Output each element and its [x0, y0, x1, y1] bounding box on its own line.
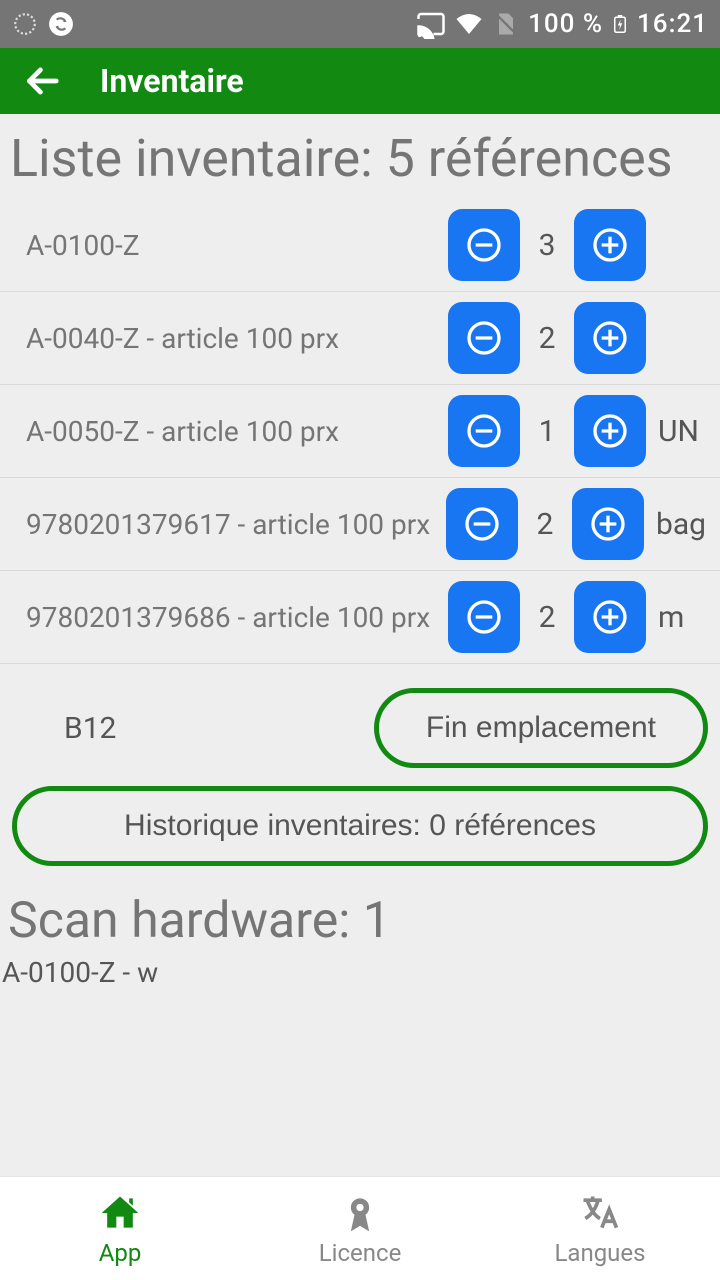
nav-licence[interactable]: Licence: [240, 1177, 480, 1280]
item-label: A-0050-Z - article 100 prx: [26, 415, 448, 448]
quantity-value: 2: [528, 507, 562, 542]
nav-label: Langues: [554, 1239, 645, 1267]
minus-circle-icon: [464, 225, 504, 265]
quantity-value: 1: [530, 414, 564, 449]
main-content: Liste inventaire: 5 références A-0100-Z …: [0, 114, 720, 989]
location-label: B12: [12, 711, 374, 746]
item-label: A-0100-Z: [26, 229, 448, 262]
app-bar: Inventaire: [0, 48, 720, 114]
increment-button[interactable]: [574, 395, 646, 467]
quantity-value: 2: [530, 321, 564, 356]
increment-button[interactable]: [574, 302, 646, 374]
decrement-button[interactable]: [448, 581, 520, 653]
status-left: [12, 11, 74, 37]
unit-label: UN: [656, 414, 706, 449]
increment-button[interactable]: [572, 488, 644, 560]
decrement-button[interactable]: [448, 209, 520, 281]
plus-circle-icon: [590, 597, 630, 637]
sim-off-icon: [492, 10, 520, 38]
nav-label: Licence: [319, 1239, 402, 1267]
badge-icon: [338, 1191, 382, 1235]
status-bar: 100 % 16:21: [0, 0, 720, 48]
cast-icon: [416, 9, 446, 39]
spinner-icon: [12, 11, 38, 37]
plus-circle-icon: [590, 225, 630, 265]
decrement-button[interactable]: [448, 302, 520, 374]
back-button[interactable]: [18, 57, 66, 105]
list-item: A-0050-Z - article 100 prx 1 UN: [0, 385, 720, 478]
list-heading: Liste inventaire: 5 références: [0, 114, 720, 199]
nav-app[interactable]: App: [0, 1177, 240, 1280]
status-right: 100 % 16:21: [416, 9, 708, 39]
clock-text: 16:21: [637, 9, 708, 39]
plus-circle-icon: [588, 504, 628, 544]
list-item: 9780201379686 - article 100 prx 2 m: [0, 571, 720, 664]
app-bar-title: Inventaire: [100, 62, 244, 100]
inventory-list: A-0100-Z 3 A-0040-Z - article 100 prx 2: [0, 199, 720, 664]
decrement-button[interactable]: [448, 395, 520, 467]
scan-hardware-heading: Scan hardware: 1: [0, 866, 720, 954]
unit-label: bag: [654, 507, 706, 542]
battery-text: 100 %: [528, 9, 603, 39]
list-item: A-0040-Z - article 100 prx 2: [0, 292, 720, 385]
scan-line: A-0100-Z - w: [0, 954, 720, 989]
location-row: B12 Fin emplacement: [12, 688, 708, 768]
sync-icon: [48, 11, 74, 37]
plus-circle-icon: [590, 411, 630, 451]
plus-circle-icon: [590, 318, 630, 358]
item-label: A-0040-Z - article 100 prx: [26, 322, 448, 355]
list-item: A-0100-Z 3: [0, 199, 720, 292]
translate-icon: [578, 1191, 622, 1235]
history-button[interactable]: Historique inventaires: 0 références: [12, 786, 708, 866]
minus-circle-icon: [464, 411, 504, 451]
bottom-nav: App Licence Langues: [0, 1176, 720, 1280]
home-icon: [98, 1191, 142, 1235]
list-item: 9780201379617 - article 100 prx 2 bag: [0, 478, 720, 571]
wifi-icon: [454, 9, 484, 39]
decrement-button[interactable]: [446, 488, 518, 560]
end-location-button[interactable]: Fin emplacement: [374, 688, 708, 768]
minus-circle-icon: [464, 597, 504, 637]
increment-button[interactable]: [574, 209, 646, 281]
quantity-value: 3: [530, 228, 564, 263]
nav-label: App: [99, 1239, 142, 1267]
quantity-value: 2: [530, 600, 564, 635]
item-label: 9780201379686 - article 100 prx: [26, 601, 448, 634]
minus-circle-icon: [464, 318, 504, 358]
arrow-left-icon: [23, 62, 61, 100]
minus-circle-icon: [462, 504, 502, 544]
item-label: 9780201379617 - article 100 prx: [26, 508, 446, 541]
nav-langues[interactable]: Langues: [480, 1177, 720, 1280]
increment-button[interactable]: [574, 581, 646, 653]
battery-charging-icon: [611, 9, 629, 39]
unit-label: m: [656, 600, 706, 635]
